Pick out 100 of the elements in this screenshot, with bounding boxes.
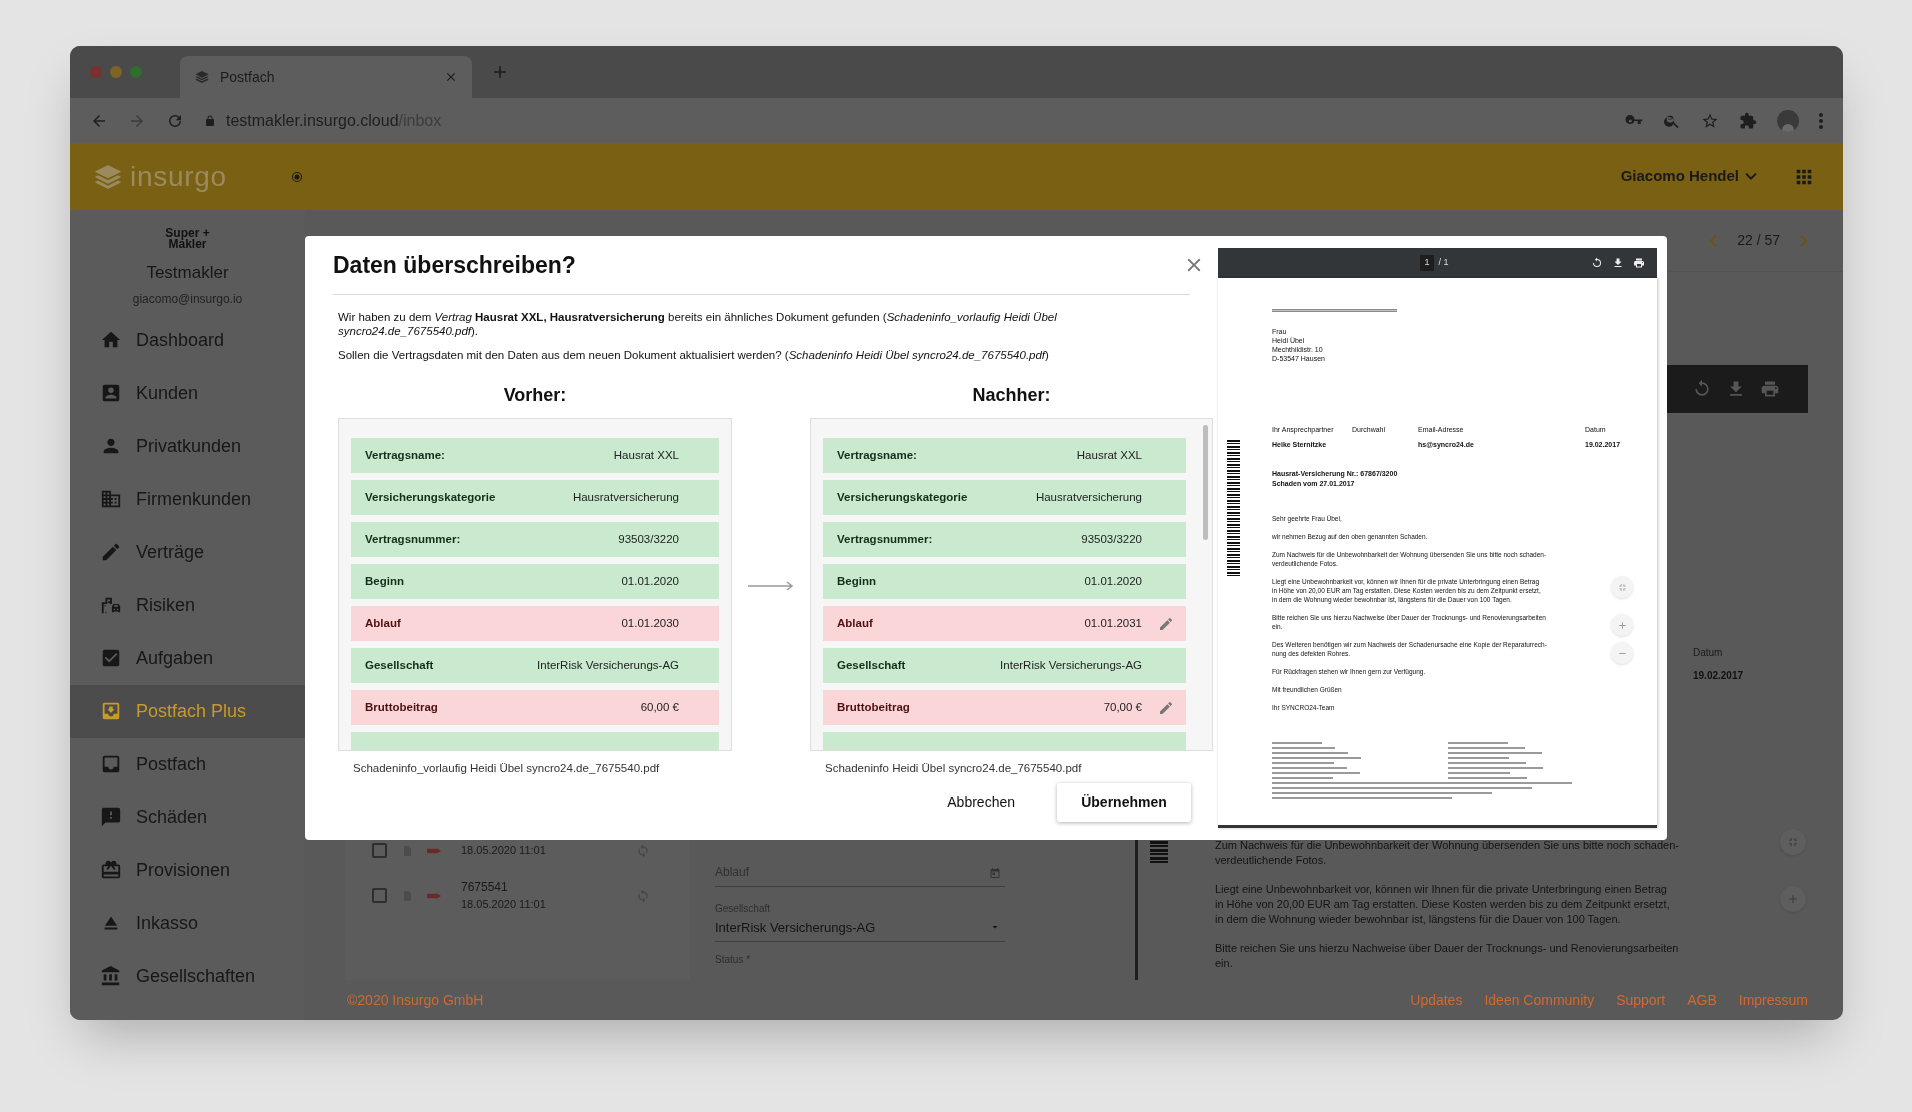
rotate-icon: [1692, 379, 1712, 399]
chevron-left-icon: [1709, 234, 1718, 247]
dialog-title: Daten überschreiben?: [333, 251, 577, 280]
sidebar-item[interactable]: Schäden: [70, 790, 305, 844]
field-value: 01.01.2030: [621, 615, 679, 631]
sidebar-item[interactable]: Privatkunden: [70, 419, 305, 473]
account-name: Testmakler: [146, 262, 229, 284]
field-value: 93503/3220: [1081, 531, 1142, 547]
checkbox[interactable]: [372, 888, 387, 903]
page-number-field[interactable]: 1: [1420, 255, 1434, 271]
field-label: Beginn: [837, 573, 877, 589]
sidebar-item[interactable]: Risiken: [70, 578, 305, 632]
sidebar-item[interactable]: Inkasso: [70, 896, 305, 950]
alert-bubble-icon: [100, 806, 122, 828]
field-label: Bruttobeitrag: [365, 699, 439, 715]
profile-avatar[interactable]: [1777, 109, 1799, 132]
scrollbar-thumb[interactable]: [1202, 425, 1208, 540]
plus-icon: [1616, 619, 1628, 631]
shrink-icon: [1616, 581, 1628, 593]
fit-page-button[interactable]: [1780, 829, 1806, 855]
field-label: Ablauf: [837, 615, 874, 631]
field-label: Versicherungskategorie: [837, 489, 969, 505]
dialog-message: Wir haben zu dem Vertrag Hausrat XXL, Hausratversicherung bereits ein ähnliches Dokument gefunden (Schadeninfo_vorlaufig Heidi Übel syncro24.de_7675540.pdf).: [338, 310, 1058, 338]
field-label: Versicherungskategorie: [365, 489, 497, 505]
field-label: Vertragsnummer:: [365, 531, 462, 547]
download-icon: [1612, 257, 1624, 269]
print-icon: [1633, 257, 1645, 269]
sidebar-item[interactable]: Dashboard: [70, 313, 305, 367]
puzzle-icon: [1739, 111, 1757, 130]
sidebar-item[interactable]: Provisionen: [70, 843, 305, 897]
field-label: Bruttobeitrag: [837, 699, 911, 715]
print-icon: [1760, 379, 1780, 399]
sidebar-item[interactable]: Postfach Plus: [70, 684, 305, 738]
record-icon: [290, 170, 303, 183]
page-counter: 22 / 57: [1737, 231, 1780, 250]
inbox-icon: [100, 753, 122, 775]
field-label: Vertragsname:: [365, 447, 446, 463]
footer-link[interactable]: AGB: [1687, 989, 1717, 1011]
checkbox-icon: [100, 647, 122, 669]
logo-text: insurgo: [130, 159, 227, 194]
field-label: Vertragsnummer:: [837, 531, 934, 547]
checkbox[interactable]: [372, 843, 387, 858]
sidebar-item[interactable]: Gesellschaften: [70, 949, 305, 1003]
sidebar-item[interactable]: Kunden: [70, 366, 305, 420]
file-name: Schadeninfo_vorlaufig Heidi Übel syncro24.de_7675540.pdf: [352, 761, 661, 776]
chevron-right-icon: [1800, 234, 1808, 247]
field-value: 60,00 €: [640, 699, 679, 715]
zoom-in-button[interactable]: [1611, 614, 1633, 636]
sidebar-item[interactable]: Firmenkunden: [70, 472, 305, 526]
field-value: Hausrat XXL: [613, 447, 679, 463]
zoom-out-button[interactable]: [1611, 642, 1633, 664]
file-name: Schadeninfo Heidi Übel syncro24.de_7675540.pdf: [824, 761, 1083, 776]
letter-paragraph: Zum Nachweis für die Unbewohnbarkeit der Wohnung übersenden Sie uns bitte noch schaden- verdeutlichende Fotos.: [1215, 838, 1679, 868]
tab-title: Postfach: [220, 67, 276, 87]
rotate-icon: [1591, 257, 1603, 269]
field-label: Beginn: [365, 573, 405, 589]
lock-icon: [204, 114, 216, 127]
browser-tab[interactable]: Postfach: [180, 56, 472, 98]
field-value: 70,00 €: [1103, 699, 1142, 715]
sidebar-item[interactable]: Aufgaben: [70, 631, 305, 685]
column-heading: Nachher:: [971, 384, 1052, 407]
pencil-icon[interactable]: [1158, 615, 1174, 632]
user-menu[interactable]: Giacomo Hendel: [1620, 165, 1757, 188]
field-label: Gesellschaft: [837, 657, 907, 673]
sync-icon: [636, 888, 650, 903]
maximize-window-button[interactable]: [130, 66, 142, 78]
letter-paragraph: Liegt eine Unbewohnbarkeit vor, können wir Ihnen für die private Unterbringung einen Betrag in Höhe von 20,00 EUR am Tag erstatten. Diese Kosten werden bis zu dem Zeitpunkt ersetzt, in dem die Wohnung wieder bewohnbar ist, längstens für die Dauer von 100 Tagen.: [1215, 882, 1670, 927]
confirm-button[interactable]: Übernehmen: [1057, 783, 1191, 823]
fit-page-button[interactable]: [1611, 576, 1633, 598]
field-label: Gesellschaft: [365, 657, 435, 673]
menu-icon: [1819, 112, 1823, 129]
page-total: / 1: [1438, 256, 1449, 270]
close-window-button[interactable]: [90, 66, 102, 78]
cancel-button[interactable]: Abbrechen: [943, 783, 1019, 823]
sidebar-item[interactable]: Verträge: [70, 525, 305, 579]
document-number: 7675541: [461, 879, 509, 897]
gift-icon: [100, 859, 122, 881]
arrow-icon: [748, 581, 794, 591]
received-time: 18.05.2020 11:01: [461, 897, 547, 913]
account-email: giacomo@insurgo.io: [132, 290, 243, 308]
field-value: Hausratversicherung: [572, 489, 679, 505]
dialog-question: Sollen die Vertragsdaten mit den Daten aus dem neuen Dokument aktualisiert werden? (Schadeninfo Heidi Übel syncro24.de_7675540.pdf): [338, 348, 1050, 362]
zoom-in-button[interactable]: [1780, 886, 1806, 912]
footer-link[interactable]: Impressum: [1738, 989, 1808, 1011]
footer-link[interactable]: Updates: [1410, 989, 1463, 1011]
footer-link[interactable]: Ideen Community: [1484, 989, 1595, 1011]
sidebar-item[interactable]: Postfach: [70, 737, 305, 791]
letter-paragraph: Bitte reichen Sie uns hierzu Nachweise über Dauer der Trocknungs- und Renovierungsarbeiten ein.: [1215, 941, 1679, 971]
footer-link[interactable]: Support: [1616, 989, 1666, 1011]
received-time: 18.05.2020 11:01: [461, 843, 547, 859]
pencil-icon[interactable]: [1158, 699, 1174, 716]
minimize-window-button[interactable]: [110, 66, 122, 78]
chevron-down-icon: [1745, 173, 1757, 180]
copyright-text: ©2020 Insurgo GmbH: [347, 990, 485, 1010]
field-value: Hausratversicherung: [1035, 489, 1142, 505]
person-card-icon: [100, 382, 122, 404]
close-icon[interactable]: [444, 70, 458, 84]
layers-icon: [194, 69, 210, 85]
inbox-download-icon: [100, 700, 122, 722]
field-value: 01.01.2020: [621, 573, 679, 589]
